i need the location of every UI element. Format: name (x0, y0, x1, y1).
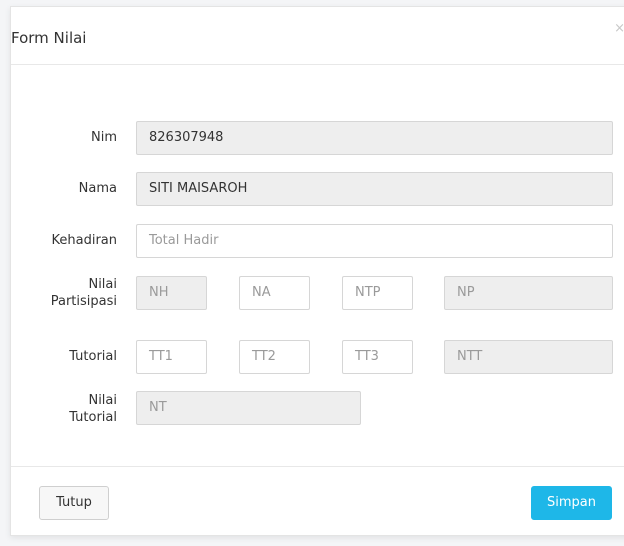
tt3-input[interactable]: TT3 (342, 340, 413, 374)
ntt-field[interactable]: NTT (444, 340, 613, 374)
nilai-partisipasi-label-line2: Partisipasi (50, 294, 117, 309)
modal-footer: Tutup Simpan (11, 466, 624, 546)
na-input[interactable]: NA (239, 276, 310, 310)
nama-label: Nama (78, 181, 117, 196)
nama-field[interactable]: SITI MAISAROH (136, 172, 613, 206)
nim-label: Nim (91, 130, 117, 145)
kehadiran-input[interactable]: Total Hadir (136, 224, 613, 258)
simpan-button[interactable]: Simpan (531, 486, 612, 520)
tt2-input[interactable]: TT2 (239, 340, 310, 374)
nilai-tutorial-label-line1: Nilai (88, 393, 117, 408)
modal-title: Form Nilai (11, 29, 87, 47)
ntp-input[interactable]: NTP (342, 276, 413, 310)
nim-field[interactable]: 826307948 (136, 121, 613, 155)
nt-field[interactable]: NT (136, 391, 361, 425)
nilai-partisipasi-row: Nilai Partisipasi NH NA NTP NP (11, 276, 624, 310)
nilai-partisipasi-label: Nilai Partisipasi (51, 276, 117, 310)
nama-row: Nama SITI MAISAROH (11, 172, 624, 206)
nilai-tutorial-row: Nilai Tutorial NT (11, 391, 624, 425)
tt1-input[interactable]: TT1 (136, 340, 207, 374)
kehadiran-row: Kehadiran Total Hadir (11, 224, 624, 258)
tutup-button[interactable]: Tutup (39, 486, 109, 520)
tutorial-label: Tutorial (69, 349, 117, 364)
tutorial-row: Tutorial TT1 TT2 TT3 NTT (11, 340, 624, 374)
nim-row: Nim 826307948 (11, 121, 624, 155)
nilai-partisipasi-label-line1: Nilai (88, 277, 117, 292)
nilai-tutorial-label-line2: Tutorial (69, 410, 117, 425)
nh-field[interactable]: NH (136, 276, 207, 310)
nilai-tutorial-label: Nilai Tutorial (69, 392, 117, 426)
modal-header: Form Nilai × (11, 7, 624, 65)
close-icon[interactable]: × (614, 21, 624, 36)
form-nilai-modal: Form Nilai × Nim 826307948 Nama SITI MAI… (10, 6, 624, 536)
np-field[interactable]: NP (444, 276, 613, 310)
kehadiran-label: Kehadiran (51, 233, 118, 248)
